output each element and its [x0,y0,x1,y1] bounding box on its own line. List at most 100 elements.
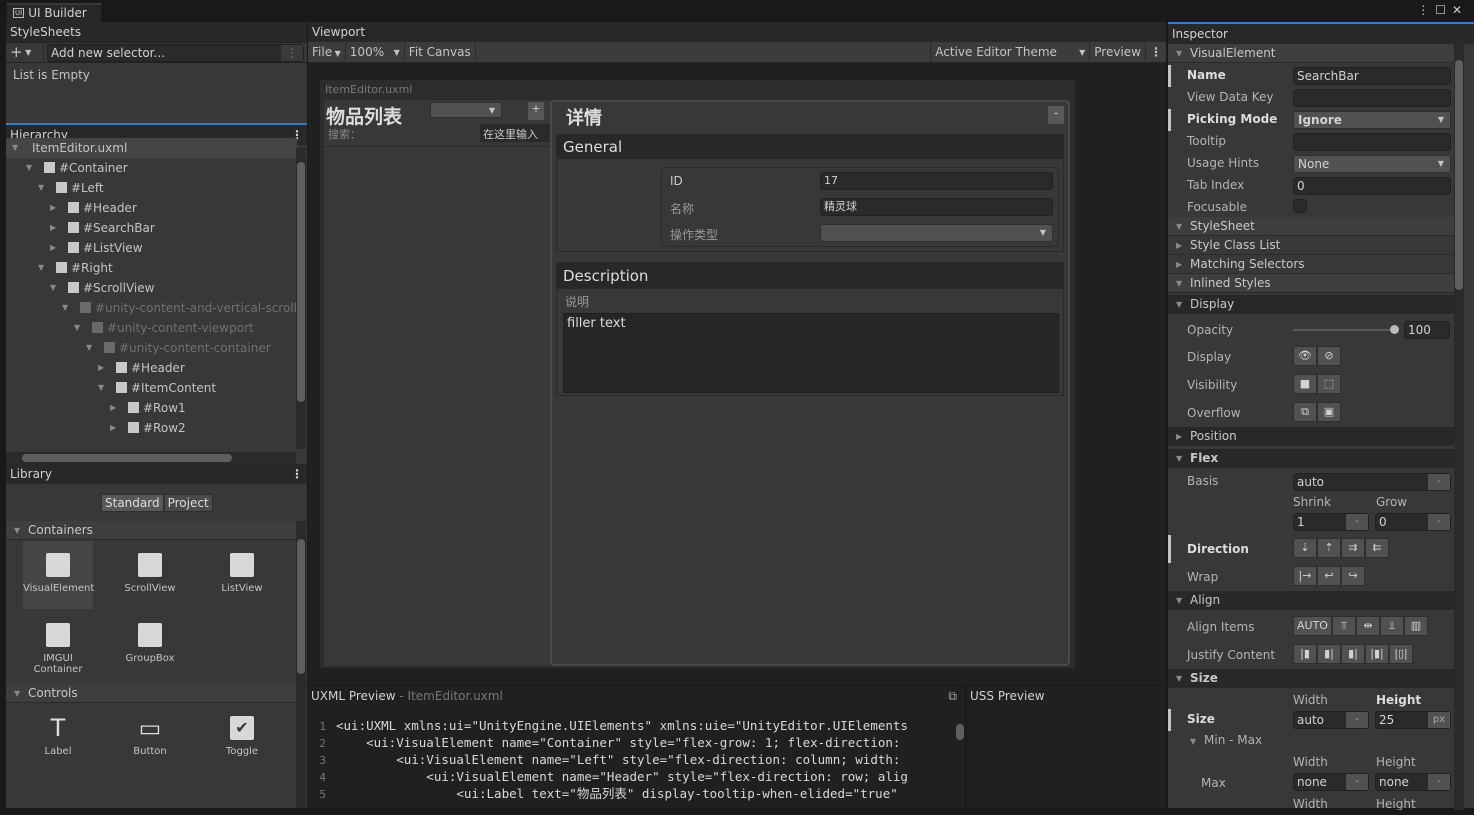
foldout-flex[interactable]: Flex [1168,449,1454,468]
expand-arrow-icon[interactable]: ▼ [86,338,92,358]
controls-foldout[interactable]: Controls [6,684,296,703]
hierarchy-item[interactable]: ▶ #Row2 [110,418,186,438]
theme-dropdown[interactable]: Active Editor Theme ▼ [930,41,1091,63]
collapsed-arrow-icon[interactable]: ▶ [110,398,116,418]
foldout-inlined[interactable]: Inlined Styles [1168,274,1454,293]
sort-dropdown[interactable] [430,102,502,119]
field-value-0[interactable]: 17 [820,172,1053,190]
expand-arrow-icon[interactable]: ▼ [38,258,44,278]
window-controls[interactable]: ⋮☐✕ [1417,3,1468,17]
hierarchy-vscroll[interactable] [296,148,306,449]
flex-shrink-input[interactable]: 1- [1293,513,1369,531]
hierarchy-item[interactable]: ▼ #ScrollView [50,278,154,298]
add-stylesheet-button[interactable]: + ▼ [6,42,44,63]
unit-dropdown[interactable]: - [1346,712,1368,728]
opacity-input[interactable]: 100 [1404,321,1450,339]
collapsed-arrow-icon[interactable]: ▶ [98,358,104,378]
flex-size-height-input[interactable]: 25 px [1375,711,1451,729]
ui-builder-tab[interactable]: UI UI Builder [7,3,101,22]
foldout-stylesheet[interactable]: StyleSheet [1168,217,1454,236]
add-item-button[interactable]: + [528,102,544,120]
hierarchy-item[interactable]: ▼ #ItemContent [98,378,216,398]
wrap-reverse-icon[interactable]: ↪ [1341,566,1365,586]
library-tab-standard[interactable]: Standard [101,494,164,512]
foldout-visual_element[interactable]: VisualElement [1168,44,1454,63]
library-item[interactable]: IMGUI Container [23,611,93,679]
overflow-visible-icon[interactable]: ⧉ [1293,402,1317,422]
expand-arrow-icon[interactable]: ▼ [98,378,104,398]
display-flex-icon[interactable]: 👁 [1293,346,1317,366]
align-start-icon[interactable]: ⫪ [1331,616,1356,636]
collapsed-arrow-icon[interactable]: ▶ [110,418,116,438]
add-selector-input[interactable]: Add new selector... ⋮ [47,43,304,62]
code-vscroll[interactable] [955,712,965,808]
column-icon[interactable]: ⇣ [1293,538,1317,558]
expand-arrow-icon[interactable]: ▼ [74,318,80,338]
hierarchy-item[interactable]: ▼ #unity-content-viewport [74,318,254,338]
collapsed-arrow-icon[interactable]: ▶ [50,198,56,218]
preview-button[interactable]: Preview [1090,41,1146,63]
justify-center-icon[interactable]: ▮| [1317,644,1341,664]
basis-input[interactable]: auto - [1293,473,1451,491]
collapsed-arrow-icon[interactable]: ▶ [50,238,56,258]
foldout-style_class_list[interactable]: Style Class List [1168,236,1454,255]
tooltip-input[interactable] [1293,133,1451,151]
row-icon[interactable]: ⇉ [1341,538,1365,558]
description-textarea[interactable]: filler text [563,313,1059,393]
remove-item-button[interactable]: - [1048,106,1064,124]
library-item[interactable]: ✔ Toggle [207,704,277,772]
opacity-slider[interactable] [1293,325,1399,334]
unit-px-dropdown[interactable]: px [1428,712,1450,728]
hierarchy-item[interactable]: ▼ #Left [38,178,104,198]
more-icon[interactable]: ⋮ [291,467,303,481]
foldout-align[interactable]: Align [1168,591,1454,610]
justify-between-icon[interactable]: |▮| [1365,644,1389,664]
hierarchy-hscroll[interactable] [6,452,296,464]
expand-arrow-icon[interactable]: ▼ [62,298,68,318]
collapsed-arrow-icon[interactable]: ▶ [50,218,56,238]
foldout-position[interactable]: Position [1168,427,1454,446]
hierarchy-item[interactable]: ▶ #Header [98,358,185,378]
unit-dropdown[interactable]: - [1346,514,1368,530]
library-item[interactable]: GroupBox [115,611,185,679]
visible-icon[interactable]: ■ [1293,374,1317,394]
flex-grow-input[interactable]: 0- [1375,513,1451,531]
hierarchy-item[interactable]: ▶ #Header [50,198,137,218]
expand-arrow-icon[interactable]: ▼ [1190,737,1196,746]
hidden-icon[interactable]: ⬚ [1317,374,1341,394]
unit-dropdown[interactable]: - [1346,774,1368,790]
hierarchy-item[interactable]: ▶ #ListView [50,238,143,258]
item-list-view[interactable] [324,146,550,666]
align-end-icon[interactable]: ⫫ [1379,616,1404,636]
focusable-checkbox[interactable] [1293,199,1307,213]
foldout-display_section[interactable]: Display [1168,295,1454,314]
inspector-vscroll[interactable] [1454,44,1464,810]
view-data-key-input[interactable] [1293,89,1451,107]
library-item[interactable]: T Label [23,704,93,772]
containers-foldout[interactable]: Containers [6,521,296,540]
hierarchy-item[interactable]: ▼ #unity-content-and-vertical-scroll- [62,298,301,318]
wrap-icon[interactable]: ↩ [1317,566,1341,586]
foldout-matching_selectors[interactable]: Matching Selectors [1168,255,1454,274]
hierarchy-item[interactable]: ▼ #Right [38,258,113,278]
foldout-size_section[interactable]: Size [1168,669,1454,688]
fit-canvas-button[interactable]: Fit Canvas [405,41,476,63]
canvas-document[interactable]: ItemEditor.uxml 物品列表 + 搜索： 在这里输入 详情 - Ge… [320,80,1075,668]
row-reverse-icon[interactable]: ⇇ [1365,538,1389,558]
column-reverse-icon[interactable]: ⇡ [1317,538,1341,558]
unit-dropdown[interactable]: - [1428,774,1450,790]
flex-max-height-input[interactable]: none - [1375,773,1451,791]
hierarchy-item[interactable]: ▶ #Row1 [110,398,186,418]
expand-arrow-icon[interactable]: ▼ [38,178,44,198]
hierarchy-item[interactable]: ▼ #unity-content-container [86,338,271,358]
library-item[interactable]: ListView [207,541,277,609]
unit-dropdown[interactable]: - [1428,474,1450,490]
align-auto-button[interactable]: AUTO [1293,616,1332,636]
hierarchy-item[interactable]: ▶ #SearchBar [50,218,155,238]
field-value-1[interactable]: 精灵球 [820,198,1053,216]
flex-size-width-input[interactable]: auto - [1293,711,1369,729]
expand-arrow-icon[interactable]: ▼ [26,158,32,178]
picking-mode-dropdown[interactable]: Ignore [1293,111,1451,129]
search-input[interactable]: 在这里输入 [480,124,550,142]
hierarchy-item[interactable]: ▼ #Container [26,158,128,178]
